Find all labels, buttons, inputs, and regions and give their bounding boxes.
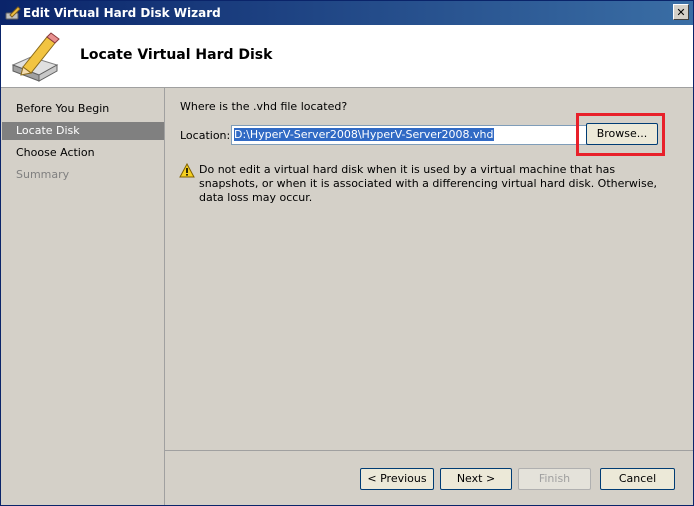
sidebar-item-before-you-begin[interactable]: Before You Begin [2,100,164,118]
title-bar[interactable]: Edit Virtual Hard Disk Wizard ✕ [1,1,693,25]
pencil-disk-icon [11,32,60,82]
location-value: D:\HyperV-Server2008\HyperV-Server2008.v… [234,128,494,141]
wizard-footer: < Previous Next > Finish Cancel [165,450,693,506]
next-button[interactable]: Next > [440,468,512,490]
sidebar-item-choose-action[interactable]: Choose Action [2,144,164,162]
window-title: Edit Virtual Hard Disk Wizard [23,6,221,20]
sidebar-item-summary: Summary [16,168,70,181]
close-icon: ✕ [676,6,686,19]
page-title: Locate Virtual Hard Disk [80,47,273,63]
previous-button[interactable]: < Previous [360,468,434,490]
warning-message: Do not edit a virtual hard disk when it … [199,163,657,204]
wizard-header: Locate Virtual Hard Disk [1,25,693,88]
browse-button[interactable]: Browse... [586,123,658,145]
location-label: Location: [180,129,231,142]
wizard-icon [5,6,21,20]
close-button[interactable]: ✕ [673,4,689,20]
warning-icon [179,163,195,178]
finish-button: Finish [518,468,591,490]
sidebar-item-locate-disk[interactable]: Locate Disk [2,122,164,140]
main-content: Where is the .vhd file located? Location… [165,88,693,450]
location-question: Where is the .vhd file located? [180,100,348,113]
wizard-steps-sidebar: Before You Begin Locate Disk Choose Acti… [2,88,165,505]
cancel-button[interactable]: Cancel [600,468,675,490]
wizard-window: Edit Virtual Hard Disk Wizard ✕ Locate V… [0,0,694,506]
